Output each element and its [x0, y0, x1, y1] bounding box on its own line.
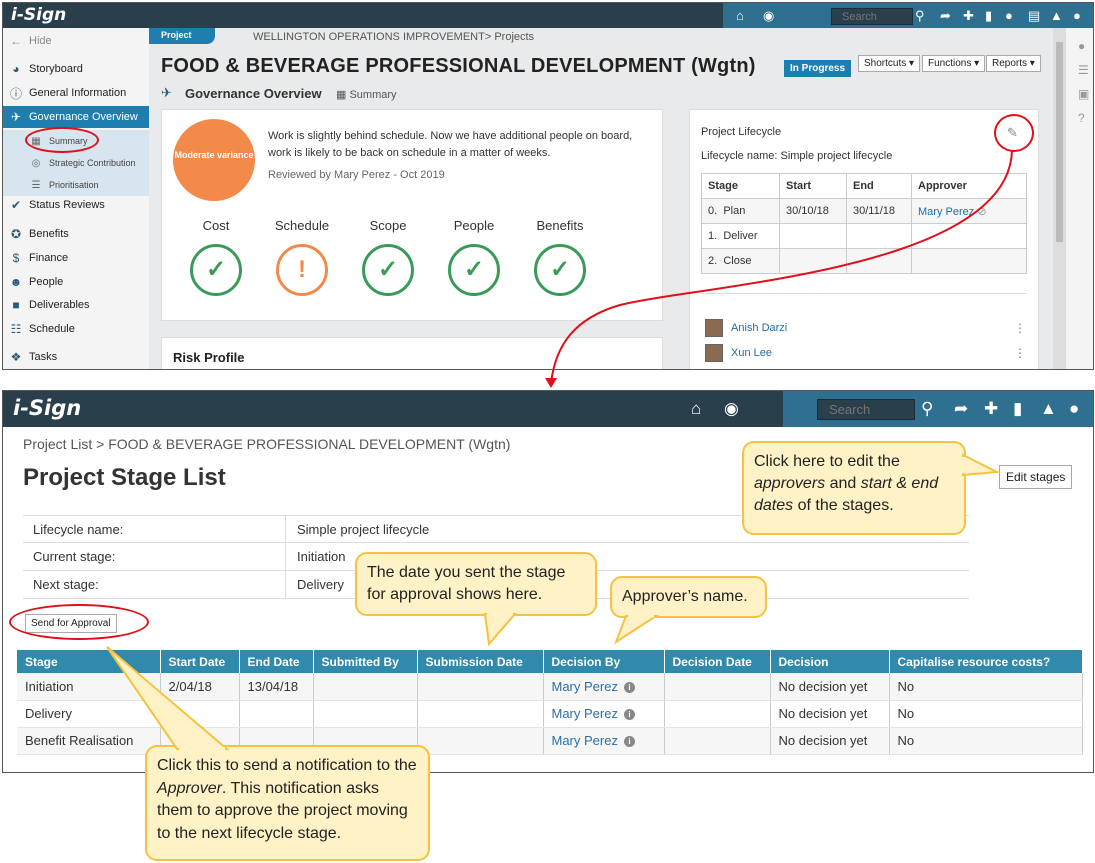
submission-date-callout: The date you sent the stage for approval…: [355, 552, 597, 647]
page-title: Project Stage List: [23, 464, 226, 491]
column-header: Decision By: [543, 650, 665, 673]
globe-icon[interactable]: ◉: [724, 399, 739, 419]
column-header: Decision: [770, 650, 890, 673]
plus-icon[interactable]: ✚: [984, 399, 998, 419]
home-icon[interactable]: ⌂: [691, 399, 701, 419]
send-button-highlight: [9, 604, 149, 640]
breadcrumb[interactable]: Project List > FOOD & BEVERAGE PROFESSIO…: [23, 436, 510, 452]
edit-stages-callout: Click here to edit the approvers and sta…: [742, 441, 1001, 535]
bookmark-icon[interactable]: ▮: [1013, 399, 1022, 419]
approver-link[interactable]: Mary Perez: [552, 679, 618, 694]
approver-link[interactable]: Mary Perez: [552, 706, 618, 721]
annotation-arrow: [545, 149, 1013, 388]
column-header: Capitalise resource costs?: [889, 650, 1083, 673]
bell-icon[interactable]: ▲: [1040, 399, 1057, 419]
send-approval-callout: Click this to send a notification to the…: [106, 646, 430, 861]
column-header: Submitted By: [313, 650, 418, 673]
column-header: End Date: [239, 650, 314, 673]
edit-stages-button[interactable]: Edit stages: [999, 465, 1073, 489]
share-icon[interactable]: ➦: [954, 399, 968, 419]
approver-link[interactable]: Mary Perez: [552, 733, 618, 748]
search-input[interactable]: [817, 399, 915, 420]
column-header: Decision Date: [664, 650, 771, 673]
info-icon[interactable]: i: [623, 736, 635, 747]
search-icon[interactable]: ⚲: [921, 399, 933, 419]
info-icon[interactable]: i: [623, 681, 635, 693]
info-icon[interactable]: i: [623, 709, 635, 720]
user-icon[interactable]: ●: [1069, 399, 1079, 419]
app-logo[interactable]: i-Sign: [13, 396, 81, 420]
top-nav-bar: i-Sign ⌂ ◉ ⚲ ➦ ✚ ▮ ▲ ●: [3, 391, 1093, 427]
approver-name-callout: Approver’s name.: [610, 576, 767, 645]
